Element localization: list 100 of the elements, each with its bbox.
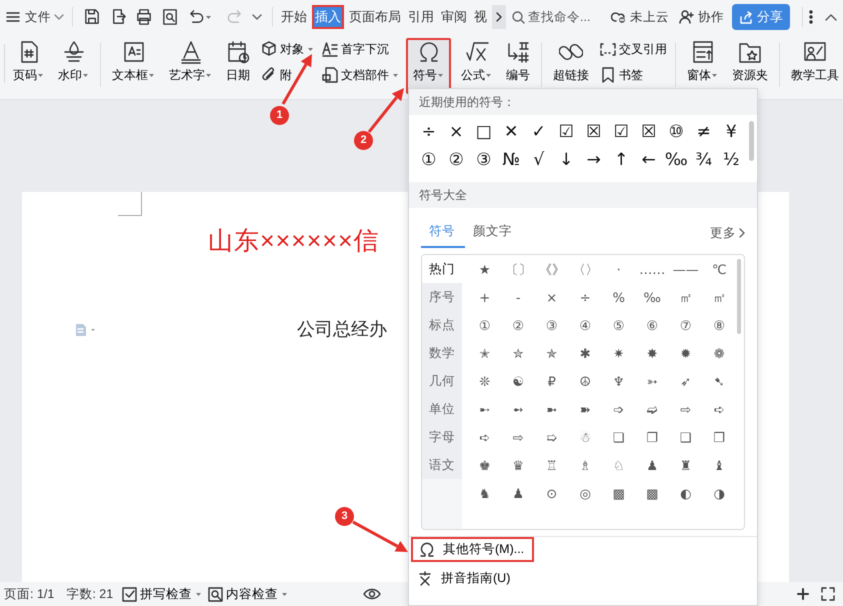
symbol-option[interactable]: 〈〉 [568,257,602,285]
symbol-option[interactable]: ③ [535,313,568,341]
symbol-option[interactable]: ↓ [552,146,580,174]
symbol-option[interactable]: ✭ [468,341,502,369]
symbol-option[interactable]: ➪ [468,425,502,453]
symbol-option[interactable]: ℃ [702,257,736,285]
more-link[interactable]: 更多 [710,224,745,242]
symbol-option[interactable]: · [602,257,636,285]
symbol-option[interactable]: ❑ [669,425,702,453]
symbol-option[interactable]: ☮ [568,369,602,397]
symbol-option[interactable]: ♜ [669,453,702,481]
symbol-option[interactable]: ◎ [568,481,602,509]
symbol-option[interactable]: ㎥ [702,285,736,313]
collapse-icon[interactable] [825,14,837,20]
cloud-status-button[interactable]: 未上云 [609,8,671,26]
category-tab[interactable]: 字母 [422,423,462,451]
ribbon-tab[interactable]: 审阅 [439,6,469,28]
ribbon-button[interactable]: 交叉引用 [599,39,668,59]
symbol-option[interactable]: ⑥ [636,313,669,341]
share-button[interactable]: 分享 [732,4,790,30]
ribbon-button[interactable]: 文档部件 [321,65,400,85]
symbol-option[interactable]: ♞ [468,481,502,509]
symbol-option[interactable]: ₽ [535,369,568,397]
ribbon-button[interactable]: 日期 [222,38,254,94]
ribbon-button[interactable]: 书签 [599,65,668,85]
ribbon-tab[interactable]: 插入 [312,5,344,29]
symbol-option[interactable]: ★ [468,257,502,285]
symbol-option[interactable]: ▩ [636,481,669,509]
symbol-option[interactable]: ÷ [568,285,602,313]
symbol-option[interactable]: ♟ [502,481,535,509]
symbol-option[interactable]: ≠ [690,118,718,146]
symbol-option[interactable]: ⑩ [662,118,690,146]
symbol-option[interactable]: ❒ [702,425,736,453]
symbol-option[interactable]: ✹ [669,341,702,369]
symbol-option[interactable]: ㎡ [669,285,702,313]
category-tab[interactable]: 序号 [422,283,462,311]
ribbon-button[interactable]: 附 [260,65,315,85]
symbol-option[interactable]: 〔〕 [502,257,535,285]
symbol-option[interactable]: ➪ [702,397,736,425]
status-button[interactable]: 拼写检查 [119,584,206,604]
symbol-option[interactable]: ⑧ [702,313,736,341]
symbol-option[interactable]: ½ [718,146,745,174]
symbol-option[interactable]: ➫ [636,397,669,425]
symbol-option[interactable]: № [498,146,525,174]
symbol-option[interactable]: ❐ [636,425,669,453]
symbol-option[interactable]: % [602,285,636,313]
symbol-option[interactable]: ↑ [608,146,635,174]
ribbon-button[interactable]: 教学工具 [787,38,843,94]
symbol-option[interactable]: ➷ [702,369,736,397]
category-tab[interactable]: 数学 [422,339,462,367]
symbol-option[interactable]: ☯ [502,369,535,397]
symbol-option[interactable]: ⇨ [502,425,535,453]
symbol-option[interactable]: ② [502,313,535,341]
symbol-option[interactable]: + [468,285,502,313]
symbol-tab[interactable]: 符号 [421,218,465,248]
zoom-in-icon[interactable] [797,588,809,600]
symbol-option[interactable]: ⇨ [669,397,702,425]
symbol-option[interactable]: ② [442,146,470,174]
symbol-option[interactable]: ⊙ [535,481,568,509]
symbol-option[interactable]: ▩ [602,481,636,509]
scrollbar[interactable] [737,259,741,334]
symbol-option[interactable]: ① [415,146,442,174]
symbol-option[interactable]: ☑ [552,118,580,146]
symbol-option[interactable]: ✯ [535,341,568,369]
menu-item[interactable]: 其他符号(M)... [411,537,534,562]
symbol-option[interactable]: ◐ [669,481,702,509]
ribbon-button[interactable]: 首字下沉 [321,39,400,59]
symbol-option[interactable]: √ [525,146,552,174]
ribbon-tab[interactable]: 视 [472,6,489,28]
symbol-option[interactable]: × [442,118,470,146]
symbol-option[interactable]: ← [635,146,662,174]
eye-icon[interactable] [363,588,382,600]
symbol-option[interactable]: ♛ [502,453,535,481]
symbol-option[interactable]: → [580,146,608,174]
symbol-option[interactable]: ⑦ [669,313,702,341]
symbol-option[interactable]: ☒ [580,118,608,146]
symbol-option[interactable]: ➽ [568,397,602,425]
symbol-option[interactable]: ♆ [602,369,636,397]
status-button[interactable]: 内容检查 [205,584,292,604]
ribbon-button[interactable]: 符号 [406,38,451,94]
symbol-option[interactable]: ➩ [602,397,636,425]
search-field[interactable]: 查找命令... [512,8,595,26]
category-tab[interactable]: 热门 [422,255,462,283]
symbol-option[interactable]: —— [669,257,702,285]
symbol-option[interactable]: …… [636,257,669,285]
symbol-option[interactable]: ③ [470,146,498,174]
category-tab[interactable]: 语文 [422,451,462,479]
symbol-option[interactable]: ➯ [535,425,568,453]
ribbon-button[interactable]: 水印 [54,38,93,94]
symbol-option[interactable]: ♖ [535,453,568,481]
ribbon-tab[interactable]: 页面布局 [347,6,403,28]
ribbon-tab[interactable]: 开始 [279,6,309,28]
category-tab[interactable]: 单位 [422,395,462,423]
symbol-option[interactable]: 《》 [535,257,568,285]
symbol-option[interactable]: ♝ [702,453,736,481]
ribbon-button[interactable]: 页码 [9,38,48,94]
symbol-option[interactable]: ④ [568,313,602,341]
symbol-option[interactable]: ❁ [702,341,736,369]
symbol-option[interactable]: ❏ [602,425,636,453]
symbol-option[interactable]: ✕ [498,118,525,146]
